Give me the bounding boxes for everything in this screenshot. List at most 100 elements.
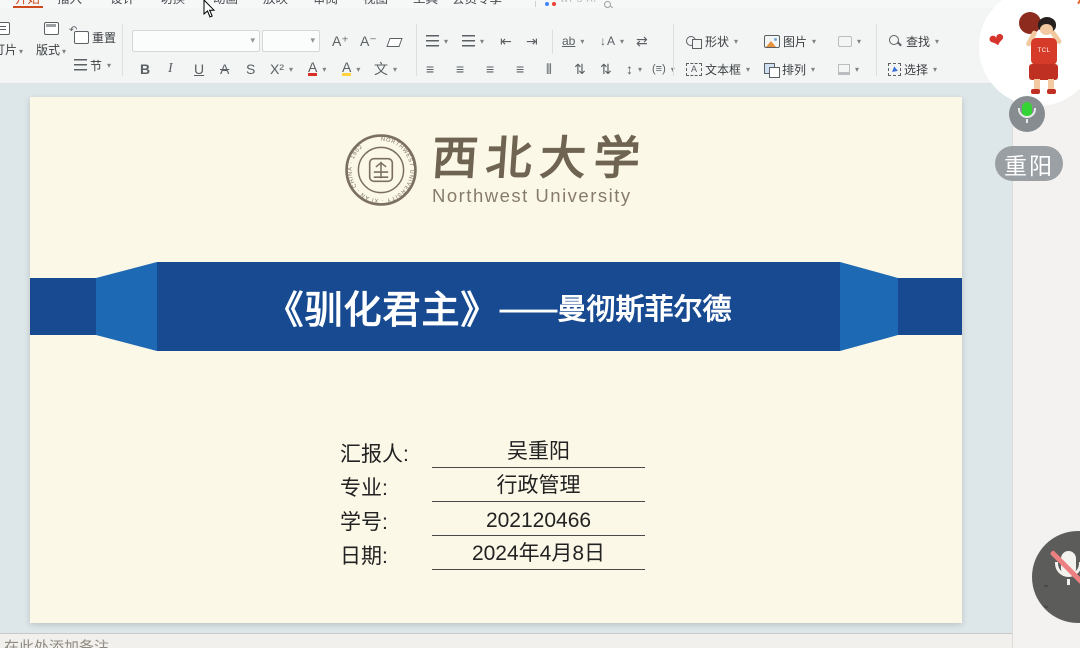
university-name-cn: 西北大学 bbox=[430, 133, 649, 183]
font-color-button[interactable]: A bbox=[308, 58, 326, 80]
convert-text-button[interactable]: ⇄ bbox=[636, 30, 648, 52]
shapes-label: 形状 bbox=[705, 33, 729, 50]
text-direction-button[interactable]: ↓A bbox=[600, 30, 624, 52]
picture-button[interactable]: 图片 bbox=[764, 30, 816, 52]
menu-separator bbox=[535, 1, 536, 7]
tab-review[interactable]: 审阅 bbox=[313, 0, 338, 8]
tab-slideshow[interactable]: 放映 bbox=[263, 0, 288, 8]
reset-button[interactable]: 重置 bbox=[74, 26, 116, 48]
font-size-select[interactable] bbox=[262, 30, 320, 52]
underline-button[interactable]: U bbox=[194, 58, 204, 80]
tab-member[interactable]: 会员专享 bbox=[452, 0, 502, 8]
italic-button[interactable]: I bbox=[168, 58, 173, 80]
presentation-author: ——曼彻斯菲尔德 bbox=[500, 286, 732, 328]
fill-tool-button-disabled bbox=[838, 30, 861, 52]
field-row-date[interactable]: 日期: 2024年4月8日 bbox=[340, 545, 645, 570]
numbering-button[interactable] bbox=[462, 30, 484, 52]
phonetic-label: 文 bbox=[374, 62, 388, 76]
new-slide-label: 幻灯片 bbox=[0, 41, 23, 58]
increase-indent-button[interactable]: ⇥ bbox=[526, 30, 538, 52]
microphone-on-button[interactable] bbox=[1009, 96, 1045, 132]
distribute-button[interactable]: ⫴ bbox=[546, 58, 552, 80]
decrease-indent-button[interactable]: ⇤ bbox=[500, 30, 512, 52]
tab-tools[interactable]: 工具 bbox=[413, 0, 438, 8]
clear-format-button[interactable] bbox=[388, 30, 401, 52]
highlight-button[interactable]: A bbox=[342, 58, 360, 80]
field-label: 汇报人: bbox=[340, 438, 432, 468]
field-row-student-id[interactable]: 学号: 202120466 bbox=[340, 511, 645, 536]
increase-paragraph-spacing-button[interactable]: ⇅ bbox=[574, 58, 586, 80]
avatar-face bbox=[1040, 24, 1053, 35]
active-tab-underline bbox=[13, 6, 43, 8]
align-center-button[interactable]: ≡ bbox=[456, 58, 464, 80]
justify-button[interactable]: ≡ bbox=[516, 58, 524, 80]
university-logo[interactable]: NORTHWEST UNIVERSITY · XI AN · CHINA · 1… bbox=[30, 133, 962, 207]
document-area: NORTHWEST UNIVERSITY · XI AN · CHINA · 1… bbox=[0, 84, 1012, 648]
line-spacing-button[interactable]: ↕ bbox=[626, 58, 642, 80]
slide-canvas[interactable]: NORTHWEST UNIVERSITY · XI AN · CHINA · 1… bbox=[30, 97, 962, 623]
field-label: 学号: bbox=[340, 506, 432, 536]
tab-transition[interactable]: 切换 bbox=[160, 0, 185, 8]
microphone-stem bbox=[1026, 119, 1028, 123]
tab-insert[interactable]: 插入 bbox=[57, 0, 82, 8]
textbox-button[interactable]: A 文本框 bbox=[686, 58, 750, 80]
grow-font-button[interactable]: A⁺ bbox=[332, 30, 349, 52]
decrease-paragraph-spacing-button[interactable]: ⇅ bbox=[600, 58, 612, 80]
fill-icon bbox=[838, 36, 852, 47]
select-button[interactable]: 选择 bbox=[888, 58, 937, 80]
find-button[interactable]: 查找 bbox=[888, 30, 939, 52]
align-right-button[interactable]: ≡ bbox=[486, 58, 494, 80]
font-family-select[interactable] bbox=[132, 30, 260, 52]
scroll-down-marker[interactable]: ⌄ bbox=[1042, 600, 1050, 611]
underline-label: U bbox=[194, 62, 204, 76]
avatar-shoe-left bbox=[1031, 89, 1040, 94]
shadow-label: S bbox=[246, 62, 255, 76]
notes-panel[interactable]: 在此处添加备注 bbox=[0, 633, 1012, 648]
bullets-button[interactable] bbox=[426, 30, 448, 52]
field-row-major[interactable]: 专业: 行政管理 bbox=[340, 477, 645, 502]
university-name-en: Northwest University bbox=[432, 185, 648, 207]
field-value: 行政管理 bbox=[432, 469, 645, 502]
field-value: 2024年4月8日 bbox=[432, 537, 645, 570]
arrange-button[interactable]: 排列 bbox=[764, 58, 815, 80]
avatar-shoe-right bbox=[1047, 89, 1056, 94]
grow-font-label: A⁺ bbox=[332, 34, 349, 48]
strikethrough-button[interactable]: A bbox=[220, 58, 229, 80]
text-autofit-button[interactable]: (≡) bbox=[652, 58, 675, 80]
wps-ai-dot-red bbox=[552, 2, 556, 6]
toolbar-separator bbox=[122, 24, 123, 76]
shapes-button[interactable]: 形状 bbox=[686, 30, 738, 52]
select-label: 选择 bbox=[904, 61, 928, 78]
scroll-up-marker[interactable]: ⌃ bbox=[1042, 584, 1050, 595]
field-label: 专业: bbox=[340, 472, 432, 502]
info-fields[interactable]: 汇报人: 吴重阳 专业: 行政管理 学号: 202120466 日期: 2024… bbox=[340, 443, 645, 579]
field-label: 日期: bbox=[340, 540, 432, 570]
bold-button[interactable]: B bbox=[140, 58, 150, 80]
picture-label: 图片 bbox=[783, 33, 807, 50]
banner-center[interactable]: 《驯化君主》 ——曼彻斯菲尔德 bbox=[157, 262, 840, 351]
search-icon[interactable] bbox=[604, 1, 611, 8]
field-row-presenter[interactable]: 汇报人: 吴重阳 bbox=[340, 443, 645, 468]
text-shadow-button[interactable]: S bbox=[246, 58, 255, 80]
section-button[interactable]: 节 bbox=[74, 54, 111, 76]
notes-placeholder[interactable]: 在此处添加备注 bbox=[4, 636, 109, 648]
find-icon bbox=[888, 34, 903, 48]
shrink-font-button[interactable]: A⁻ bbox=[360, 30, 377, 52]
section-icon bbox=[74, 59, 87, 72]
mouse-cursor bbox=[203, 0, 217, 18]
text-direction-label: A bbox=[607, 34, 615, 48]
select-icon bbox=[888, 63, 901, 76]
superscript-button[interactable]: X² bbox=[270, 58, 293, 80]
field-value: 吴重阳 bbox=[432, 435, 645, 468]
tab-design[interactable]: 设计 bbox=[110, 0, 135, 8]
toolbar-separator bbox=[416, 24, 417, 76]
title-banner[interactable]: 《驯化君主》 ——曼彻斯菲尔德 bbox=[30, 262, 962, 351]
phonetic-guide-button[interactable]: 文 bbox=[374, 58, 397, 80]
character-spacing-button[interactable]: ab bbox=[562, 30, 584, 52]
new-slide-icon bbox=[0, 22, 10, 35]
tab-view[interactable]: 视图 bbox=[363, 0, 388, 8]
numbering-icon bbox=[462, 35, 475, 48]
wps-ai-label[interactable]: WPS AI bbox=[560, 0, 597, 4]
align-left-button[interactable]: ≡ bbox=[426, 58, 434, 80]
layout-label: 版式 bbox=[36, 41, 66, 58]
